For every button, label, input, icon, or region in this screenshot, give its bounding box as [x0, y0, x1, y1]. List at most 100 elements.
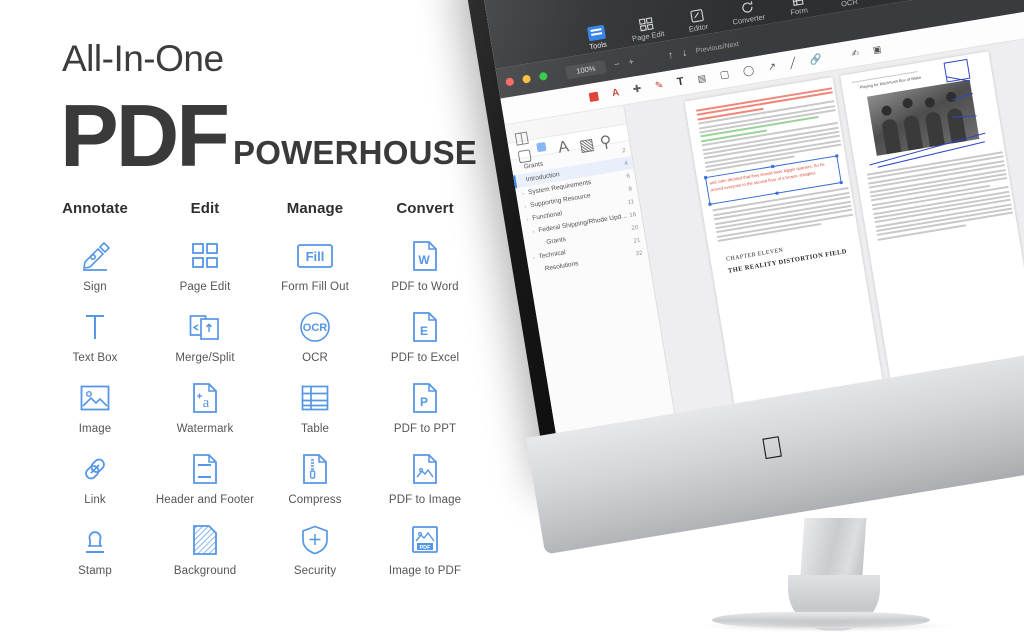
feature-label: Image [78, 423, 112, 435]
previous-page-button[interactable]: ↑ [667, 49, 674, 61]
merge-split-icon [185, 307, 225, 347]
tab-thumbnails-icon[interactable]: ▢ [515, 145, 534, 165]
svg-text:E: E [420, 324, 428, 338]
outline-item-page: 16 [629, 211, 637, 219]
minimize-button[interactable] [521, 74, 532, 84]
feature-compress[interactable]: Compress [260, 449, 370, 506]
toolbar-editor-button[interactable]: Editor [677, 6, 718, 36]
resize-handle[interactable] [834, 154, 839, 159]
ellipse-tool-icon[interactable]: ◯ [742, 64, 755, 77]
compress-icon [295, 449, 335, 489]
watermark-icon: a [185, 378, 225, 418]
feature-label: Form Fill Out [281, 281, 349, 293]
feature-label: Page Edit [179, 281, 231, 293]
feature-sign[interactable]: Sign [40, 236, 150, 293]
stamp-icon [75, 520, 115, 560]
resize-handle[interactable] [774, 191, 779, 196]
feature-row: Text Box Merge/Split OCR OCR E PDF to Ex… [0, 307, 500, 364]
feature-page-edit[interactable]: Page Edit [150, 236, 260, 293]
eyebrow-heading: All-In-One [62, 38, 224, 79]
page-title: PDF POWERHOUSE [60, 92, 477, 180]
resize-handle[interactable] [703, 176, 707, 180]
tab-attachments-icon[interactable]: ▧ [578, 135, 596, 155]
svg-text:W: W [418, 253, 430, 267]
background-icon [185, 520, 225, 560]
pen-icon[interactable]: ✎ [654, 79, 664, 91]
svg-text:P: P [420, 395, 428, 409]
imac-shadow [696, 620, 956, 632]
image-icon [75, 378, 115, 418]
promo-screenshot: All-In-One PDF POWERHOUSE Annotate Edit … [0, 0, 1024, 640]
outline-item-page: 8 [628, 185, 633, 193]
imac-mockup: Quick Start Guide v1.2 (page 16 / 17) Se… [461, 0, 1024, 640]
outline-item-page: 21 [633, 237, 641, 245]
feature-security[interactable]: Security [260, 520, 370, 577]
title-main: PDF [60, 86, 230, 185]
feature-label: Stamp [78, 565, 112, 577]
page-edit-icon [185, 236, 225, 276]
marketing-panel: All-In-One PDF POWERHOUSE Annotate Edit … [0, 0, 520, 640]
close-button[interactable] [505, 77, 515, 87]
pdf-to-image-icon [405, 449, 445, 489]
link-tool-icon[interactable]: 🔗 [809, 53, 823, 66]
rectangle-tool-icon[interactable]: ▢ [719, 68, 730, 80]
stamp-tool-icon[interactable]: ▣ [872, 43, 882, 55]
resize-handle[interactable] [707, 203, 712, 207]
feature-background[interactable]: Background [150, 520, 260, 577]
strikethrough-icon[interactable]: ✚ [632, 83, 642, 95]
feature-label: PDF to PPT [393, 423, 457, 435]
tab-bookmarks-icon[interactable]: ⚲ [598, 131, 613, 152]
outline-item-page: 2 [621, 147, 627, 154]
feature-label: Link [84, 494, 106, 506]
feature-image-to-pdf[interactable]: PDF Image to PDF [370, 520, 480, 577]
zoom-out-button[interactable]: − [614, 59, 621, 70]
toolbar-tools-button[interactable]: Tools [576, 23, 617, 53]
text-tool-icon[interactable]: T [676, 75, 685, 88]
apple-logo-icon:  [758, 430, 790, 466]
feature-header-footer[interactable]: Header and Footer [150, 449, 260, 506]
next-page-button[interactable]: ↓ [681, 47, 688, 59]
svg-text:a: a [203, 395, 210, 411]
feature-stamp[interactable]: Stamp [40, 520, 150, 577]
header-footer-icon [185, 449, 225, 489]
outline-item-page: 20 [631, 224, 639, 232]
feature-table[interactable]: Table [260, 378, 370, 435]
tab-annotations-icon[interactable]: A [557, 138, 570, 157]
feature-pdf-to-excel[interactable]: E PDF to Excel [370, 307, 480, 364]
toolbar-page-edit-button[interactable]: Page Edit [626, 15, 667, 45]
feature-link[interactable]: Link [40, 449, 150, 506]
feature-label: Compress [288, 494, 342, 506]
zoom-in-button[interactable]: + [628, 56, 635, 67]
feature-icon-grid: Sign Page Edit Fill Form Fill Out W PDF … [0, 236, 500, 591]
zoom-level-field[interactable]: 100% [564, 59, 607, 79]
feature-form-fill[interactable]: Fill Form Fill Out [260, 236, 370, 293]
note-tool-icon[interactable]: ▤ [697, 72, 707, 84]
tab-outline-icon[interactable] [536, 141, 547, 152]
feature-watermark[interactable]: a Watermark [150, 378, 260, 435]
feature-pdf-to-image[interactable]: PDF to Image [370, 449, 480, 506]
feature-text-box[interactable]: Text Box [40, 307, 150, 364]
highlight-color-swatch[interactable] [588, 91, 599, 102]
outline-item-page: 4 [623, 160, 629, 167]
arrow-tool-icon[interactable]: ↗ [767, 61, 777, 73]
maximize-button[interactable] [538, 71, 548, 81]
form-fill-icon: Fill [295, 236, 335, 276]
feature-image[interactable]: Image [40, 378, 150, 435]
text-box-icon [75, 307, 115, 347]
feature-ocr[interactable]: OCR OCR [260, 307, 370, 364]
feature-row: Sign Page Edit Fill Form Fill Out W PDF … [0, 236, 500, 293]
line-tool-icon[interactable]: ╱ [789, 57, 797, 69]
feature-label: OCR [302, 352, 328, 364]
pdf-to-excel-icon: E [405, 307, 445, 347]
resize-handle[interactable] [839, 181, 843, 185]
page-edit-icon [638, 17, 654, 32]
sidebar-toggle-icon[interactable]: ◫ [512, 127, 531, 147]
text-color-icon[interactable]: A [611, 87, 620, 99]
resize-handle[interactable] [770, 165, 774, 169]
feature-label: Header and Footer [155, 494, 255, 506]
converter-icon [741, 1, 752, 13]
feature-pdf-to-ppt[interactable]: P PDF to PPT [370, 378, 480, 435]
feature-merge-split[interactable]: Merge/Split [150, 307, 260, 364]
feature-pdf-to-word[interactable]: W PDF to Word [370, 236, 480, 293]
signature-tool-icon[interactable]: ✍ [851, 47, 860, 59]
